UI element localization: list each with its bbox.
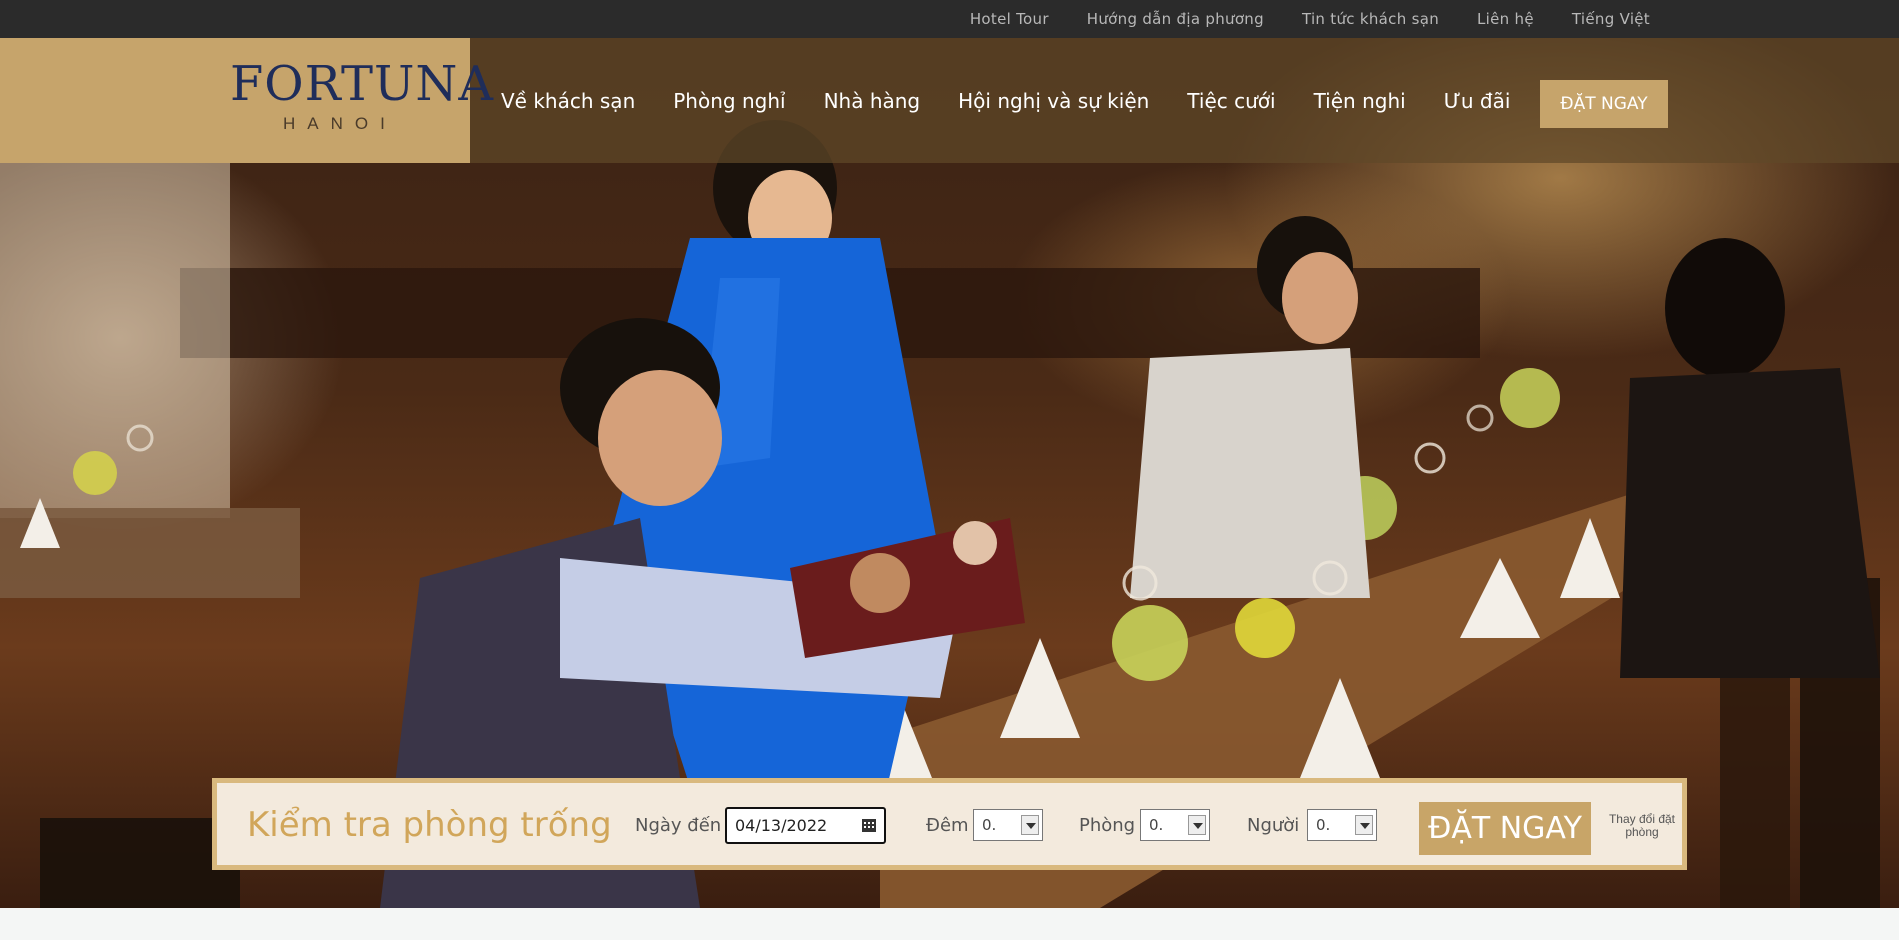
page-content-start (0, 908, 1899, 940)
nav-item-meetings-events[interactable]: Hội nghị và sự kiện (958, 89, 1149, 113)
change-booking-link[interactable]: Thay đổi đặt phòng (1607, 813, 1677, 839)
arrival-label: Ngày đến (635, 815, 722, 836)
main-navigation: Về khách sạn Phòng nghỉ Nhà hàng Hội ngh… (501, 38, 1548, 163)
guests-select[interactable]: 0. (1307, 809, 1377, 841)
availability-title: Kiểm tra phòng trống (247, 805, 612, 845)
logo-city: HANOI (283, 114, 397, 133)
utility-menu: Hotel Tour Hướng dẫn địa phương Tin tức … (970, 0, 1650, 38)
rooms-select[interactable]: 0. (1140, 809, 1210, 841)
utility-bar: Hotel Tour Hướng dẫn địa phương Tin tức … (0, 0, 1899, 38)
nights-value: 0. (982, 816, 997, 834)
utility-link-hotel-tour[interactable]: Hotel Tour (970, 10, 1049, 28)
rooms-label: Phòng (1079, 815, 1136, 836)
rooms-value: 0. (1149, 816, 1164, 834)
nav-item-weddings[interactable]: Tiệc cưới (1187, 89, 1275, 113)
nav-item-offers[interactable]: Ưu đãi (1444, 89, 1511, 113)
utility-link-local-guide[interactable]: Hướng dẫn địa phương (1087, 10, 1264, 28)
nav-item-about[interactable]: Về khách sạn (501, 89, 635, 113)
nights-select[interactable]: 0. (973, 809, 1043, 841)
availability-panel: Kiểm tra phòng trống Ngày đến Đêm 0. Phò… (217, 783, 1682, 865)
guests-value: 0. (1316, 816, 1331, 834)
calendar-icon[interactable] (862, 819, 876, 832)
availability-widget: Kiểm tra phòng trống Ngày đến Đêm 0. Phò… (212, 778, 1687, 870)
chevron-down-icon (1021, 815, 1039, 835)
guests-label: Người (1247, 815, 1300, 836)
nights-label: Đêm (926, 815, 969, 836)
logo-wordmark[interactable]: FORTUNA (230, 56, 494, 112)
language-switch[interactable]: Tiếng Việt (1572, 10, 1650, 28)
chevron-down-icon (1188, 815, 1206, 835)
chevron-down-icon (1355, 815, 1373, 835)
nav-item-restaurant[interactable]: Nhà hàng (824, 89, 921, 113)
utility-link-hotel-news[interactable]: Tin tức khách sạn (1302, 10, 1439, 28)
nav-item-rooms[interactable]: Phòng nghỉ (673, 89, 785, 113)
nav-item-facilities[interactable]: Tiện nghi (1314, 89, 1406, 113)
utility-link-contact[interactable]: Liên hệ (1477, 10, 1534, 28)
book-now-header-button[interactable]: ĐẶT NGAY (1540, 80, 1668, 128)
book-now-button[interactable]: ĐẶT NGAY (1419, 802, 1591, 855)
